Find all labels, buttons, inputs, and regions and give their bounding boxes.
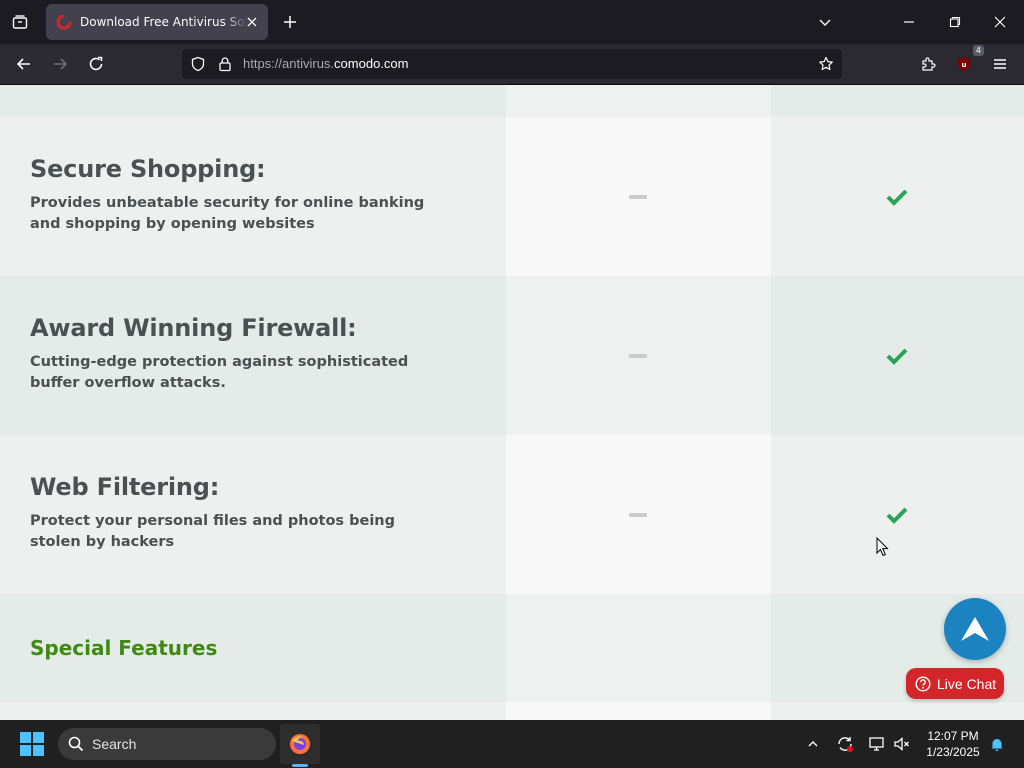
feature-row: Award Winning Firewall: Cutting-edge pro…	[0, 276, 1024, 435]
taskbar-search-box[interactable]: Search	[58, 728, 276, 760]
restore-icon[interactable]	[941, 8, 969, 36]
url-text[interactable]: https://antivirus.comodo.com	[243, 56, 408, 71]
url-bar[interactable]: https://antivirus.comodo.com	[182, 49, 842, 79]
clock-date: 1/23/2025	[926, 745, 980, 759]
search-icon	[68, 736, 84, 752]
feature-row: Web Filtering: Protect your personal fil…	[0, 435, 1024, 594]
tab-title: Download Free Antivirus Software | Comod…	[80, 15, 248, 29]
active-app-indicator	[292, 764, 308, 767]
tab-list-icon[interactable]	[6, 8, 34, 36]
comparison-row-partial	[0, 85, 1024, 117]
section-header-row: Special Features	[0, 594, 1024, 702]
url-prefix: https://antivirus.	[243, 56, 335, 71]
free-column-cell	[506, 435, 771, 594]
windows-taskbar: Search 12:07 PM 1/23/2025	[0, 720, 1024, 768]
feature-cell: Secure Shopping: Provides unbeatable sec…	[0, 117, 506, 276]
checkmark-icon	[886, 507, 908, 524]
pro-column-cell	[771, 117, 1024, 276]
pro-column-cell	[771, 276, 1024, 435]
live-chat-label: Live Chat	[937, 675, 997, 692]
feature-cell: Web Filtering: Protect your personal fil…	[0, 435, 506, 594]
bookmark-star-icon[interactable]	[816, 54, 836, 74]
show-hidden-icons-chevron-icon[interactable]	[803, 734, 823, 754]
reload-icon[interactable]	[82, 50, 110, 78]
browser-nav-bar: https://antivirus.comodo.com u 4	[0, 44, 1024, 85]
help-circle-icon	[915, 675, 931, 692]
sync-icon[interactable]	[835, 734, 855, 754]
svg-text:u: u	[962, 61, 967, 69]
checkmark-icon	[886, 348, 908, 365]
browser-tab-active[interactable]: Download Free Antivirus Software | Comod…	[46, 4, 268, 40]
list-all-tabs-chevron-icon[interactable]	[811, 8, 839, 36]
mouse-cursor-icon	[876, 537, 889, 557]
scroll-to-top-button[interactable]	[944, 598, 1006, 660]
comparison-row-partial	[0, 702, 1024, 720]
live-chat-button[interactable]: Live Chat	[906, 668, 1004, 699]
ublock-origin-icon[interactable]: u 4	[950, 45, 984, 78]
feature-title: Award Winning Firewall:	[30, 314, 357, 342]
windows-start-icon[interactable]	[20, 732, 44, 756]
feature-cell: Award Winning Firewall: Cutting-edge pro…	[0, 276, 506, 435]
free-column-cell	[506, 117, 771, 276]
feature-description: Protect your personal files and photos b…	[30, 513, 395, 550]
not-included-dash-icon	[629, 513, 647, 517]
firefox-icon	[290, 734, 310, 754]
checkmark-icon	[886, 189, 908, 206]
menu-hamburger-icon[interactable]	[986, 50, 1014, 78]
feature-title: Web Filtering:	[30, 473, 220, 501]
arrow-up-icon	[961, 617, 989, 641]
web-page: Secure Shopping: Provides unbeatable sec…	[0, 85, 1024, 720]
feature-description: Provides unbeatable security for online …	[30, 195, 425, 232]
lock-icon[interactable]	[215, 54, 235, 74]
taskbar-clock[interactable]: 12:07 PM 1/23/2025	[918, 728, 988, 760]
tracking-protection-shield-icon[interactable]	[188, 54, 208, 74]
back-arrow-icon[interactable]	[10, 50, 38, 78]
browser-tab-bar: Download Free Antivirus Software | Comod…	[0, 0, 1024, 44]
close-window-icon[interactable]	[986, 8, 1014, 36]
volume-muted-icon[interactable]	[892, 734, 912, 754]
search-label: Search	[92, 736, 137, 752]
extensions-puzzle-icon[interactable]	[914, 50, 942, 78]
special-features-heading: Special Features	[30, 636, 218, 660]
comodo-favicon-icon	[56, 14, 72, 30]
free-column-cell	[506, 276, 771, 435]
feature-description: Cutting-edge protection against sophisti…	[30, 354, 409, 391]
clock-time: 12:07 PM	[927, 729, 979, 743]
forward-arrow-icon[interactable]	[46, 50, 74, 78]
extension-badge: 4	[972, 45, 984, 56]
not-included-dash-icon	[629, 354, 647, 358]
tab-close-icon[interactable]	[242, 12, 262, 32]
url-domain: comodo.com	[334, 56, 409, 71]
feature-row: Secure Shopping: Provides unbeatable sec…	[0, 117, 1024, 276]
network-icon[interactable]	[867, 734, 887, 754]
taskbar-firefox-button[interactable]	[280, 724, 320, 764]
pro-column-cell	[771, 435, 1024, 594]
not-included-dash-icon	[629, 195, 647, 199]
new-tab-icon[interactable]	[276, 8, 304, 36]
notification-bell-icon[interactable]	[987, 734, 1007, 754]
minimize-icon[interactable]	[895, 8, 923, 36]
feature-title: Secure Shopping:	[30, 155, 266, 183]
